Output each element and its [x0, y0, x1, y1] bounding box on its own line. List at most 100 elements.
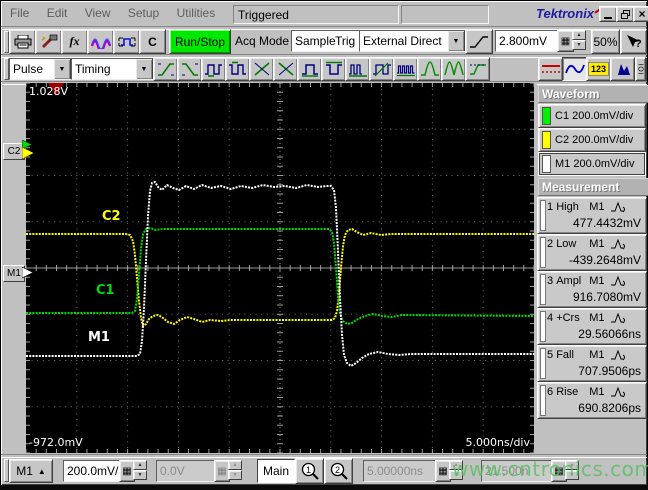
readouts-button[interactable]: 123: [586, 57, 611, 81]
chevron-down-icon[interactable]: ▼: [135, 59, 153, 79]
neg-cross-icon: [277, 62, 294, 76]
vertical-scale-field[interactable]: 200.0mV/: [63, 460, 127, 482]
burst-measure-button[interactable]: [345, 57, 370, 81]
pulse-measure-button[interactable]: [113, 29, 140, 54]
chevron-down-icon[interactable]: ▼: [447, 31, 465, 51]
set-50-percent-button[interactable]: 50%: [591, 29, 620, 54]
measurement-item-ampl[interactable]: 3 Ampl M1 916.7080mV: [537, 271, 647, 308]
waveform-button-c1[interactable]: C1 200.0mV/div: [538, 104, 646, 128]
rise-time-measure-button[interactable]: [153, 57, 178, 81]
menu-setup[interactable]: Setup: [121, 2, 166, 23]
measurement-item-fall[interactable]: 5 Fall M1 707.9506ps: [537, 345, 647, 382]
trig-level-stepper[interactable]: ▲ ▼: [572, 30, 586, 50]
trig-source-select[interactable]: External Direct ▼: [359, 30, 466, 52]
peak-icon: [420, 61, 439, 76]
waveform-button-c2[interactable]: C2 200.0mV/div: [538, 128, 646, 152]
trigger-status-text: Triggered: [238, 7, 289, 22]
settle-measure-button[interactable]: [465, 57, 490, 81]
trig-level-field[interactable]: 2.800mV: [495, 30, 563, 52]
context-help-button[interactable]: ?: [620, 29, 647, 54]
pos-pulse-measure-button[interactable]: [297, 57, 322, 81]
neg-pulse-measure-button[interactable]: [321, 57, 346, 81]
menu-bar: File Edit View Setup Utilities Help Trig…: [3, 2, 648, 26]
histogram-button[interactable]: [610, 57, 635, 81]
menu-file[interactable]: File: [3, 2, 36, 23]
step-down-icon[interactable]: ▼: [572, 40, 586, 50]
measurement-name: Low: [556, 238, 577, 250]
horizontal-main-button[interactable]: Main: [257, 459, 295, 483]
two-peaks-icon: [443, 61, 464, 76]
measurement-line1: 2 Low M1: [547, 238, 626, 250]
cursors-button[interactable]: [538, 57, 563, 81]
two-peaks-measure-button[interactable]: [441, 57, 466, 81]
m1-marker-arrow-icon[interactable]: [22, 267, 35, 279]
close-button[interactable]: ×: [633, 6, 648, 22]
m1-scale-label: M1 200.0mV/div: [555, 158, 635, 170]
waveform-display-button[interactable]: [562, 57, 587, 81]
trig-slope-button[interactable]: [465, 29, 493, 54]
channel-select-button[interactable]: M1 ▲: [9, 459, 53, 483]
bottom-voltage-readout: -972.0mV: [29, 436, 83, 449]
vertical-scale-value: 200.0mV/: [67, 464, 119, 478]
measure-class-value: Pulse: [13, 62, 44, 76]
up-arrow-icon: ▲: [37, 466, 46, 476]
channel-c-button[interactable]: C: [139, 29, 166, 54]
neg-cross-measure-button[interactable]: [273, 57, 298, 81]
pos-cross-icon: [253, 62, 270, 76]
measurement-index: 2: [547, 238, 554, 250]
dock-handle-icon: IOI: [637, 62, 644, 76]
menu-utilities[interactable]: Utilities: [170, 2, 223, 23]
pulse-train-measure-button[interactable]: [393, 57, 418, 81]
measurement-item-low[interactable]: 2 Low M1 -439.2648mV: [537, 234, 647, 271]
measurement-index: 5: [547, 349, 554, 361]
restore-button[interactable]: [616, 6, 634, 22]
m1-color-swatch: [542, 155, 551, 173]
chevron-down-icon[interactable]: ▼: [53, 59, 71, 79]
menu-view[interactable]: View: [78, 2, 118, 23]
peak-measure-button[interactable]: [417, 57, 442, 81]
waveform-button-m1[interactable]: M1 200.0mV/div: [538, 152, 646, 176]
print-button[interactable]: [9, 29, 36, 54]
duty-measure-button[interactable]: [369, 57, 394, 81]
menu-edit[interactable]: Edit: [40, 2, 75, 23]
zoom-2-button[interactable]: 2: [324, 458, 353, 484]
neg-width-icon: [228, 61, 246, 75]
step-down-icon[interactable]: ▼: [133, 470, 147, 480]
timebase-readout: 5.000ns/div: [465, 436, 530, 449]
c2-marker-arrow-icon[interactable]: [22, 139, 36, 161]
measurement-item-rise[interactable]: 6 Rise M1 690.8206ps: [537, 382, 647, 419]
pos-width-measure-button[interactable]: [201, 57, 226, 81]
run-stop-button[interactable]: Run/Stop: [169, 29, 231, 54]
burst-icon: [348, 64, 367, 77]
trace-label-c2: C2: [102, 209, 121, 224]
neg-width-measure-button[interactable]: [225, 57, 250, 81]
magnifier-2-icon: 2: [330, 462, 348, 480]
measurement-source: M1: [589, 275, 605, 287]
measure-class-select[interactable]: Pulse ▼: [9, 58, 72, 80]
zoom-1-button[interactable]: 1: [295, 458, 324, 484]
measure-type-select[interactable]: Timing ▼: [71, 58, 154, 80]
math-function-button[interactable]: fx: [61, 29, 88, 54]
display-dock-handle[interactable]: IOI: [635, 57, 646, 81]
vertical-scale-stepper[interactable]: ▲ ▼: [133, 460, 147, 480]
waveform-display-icon: [564, 64, 585, 74]
waveform-display[interactable]: 1.028V -972.0mV 5.000ns/div C2 C1 M1: [26, 83, 534, 453]
fall-time-measure-button[interactable]: [177, 57, 202, 81]
trig-label: Trig: [335, 34, 356, 48]
run-stop-label: Run/Stop: [174, 34, 226, 49]
tools-button[interactable]: [35, 29, 62, 54]
pos-cross-measure-button[interactable]: [249, 57, 274, 81]
measurement-item-pcrs[interactable]: 4 +Crs M1 29.56066ns: [537, 308, 647, 345]
step-up-icon[interactable]: ▲: [572, 30, 586, 40]
measurement-value: 690.8206ps: [578, 401, 641, 415]
rising-slope-icon: [470, 35, 488, 48]
source-color-strip: [540, 385, 546, 416]
minimize-button[interactable]: [599, 6, 617, 22]
trace-label-c1: C1: [96, 283, 115, 298]
step-up-icon[interactable]: ▲: [133, 460, 147, 470]
c1-scale-label: C1 200.0mV/div: [555, 110, 634, 122]
waveform-button[interactable]: [87, 29, 114, 54]
restore-icon: [620, 9, 630, 19]
measurement-item-high[interactable]: 1 High M1 477.4432mV: [537, 197, 647, 234]
measurement-source: M1: [589, 312, 605, 324]
